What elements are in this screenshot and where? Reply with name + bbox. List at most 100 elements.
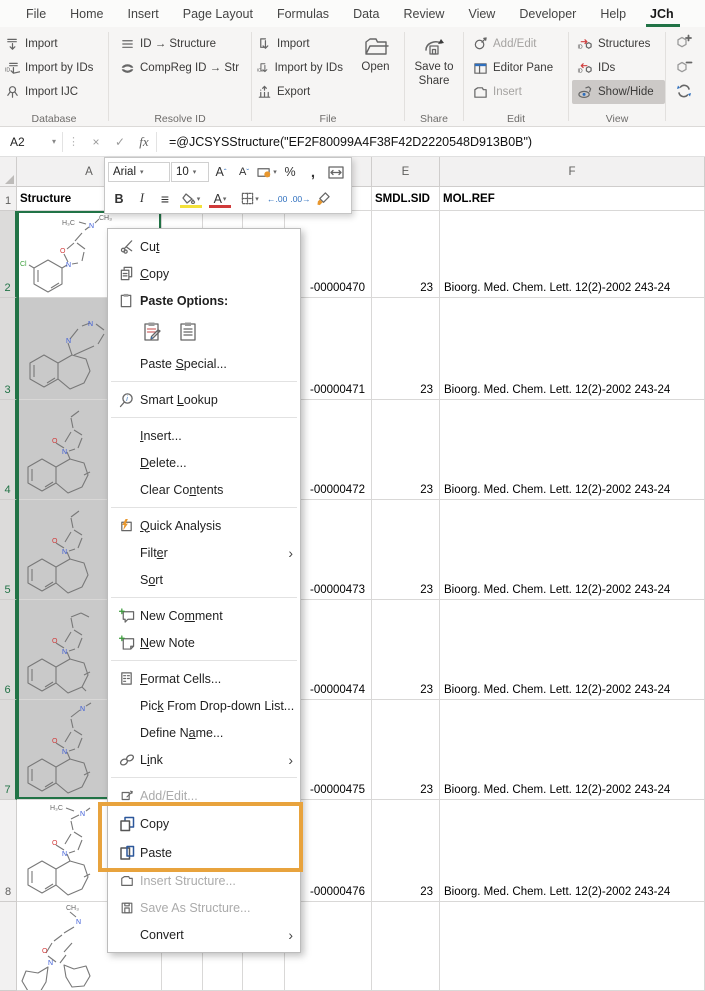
comma-style-button[interactable]: , — [302, 161, 324, 183]
row-header-5[interactable]: 5 — [0, 500, 17, 600]
menu-item-smart-lookup[interactable]: i Smart Lookup — [108, 386, 300, 413]
cell-sid-5[interactable]: 23 — [372, 500, 440, 600]
tab-formulas[interactable]: Formulas — [265, 7, 341, 21]
formula-input[interactable]: =@JCSYSStructure("EF2F80099A4F38F42D2220… — [157, 135, 532, 149]
menu-item-convert[interactable]: Convert › — [108, 921, 300, 948]
menu-item-paste-structure[interactable]: Paste — [108, 838, 300, 867]
percent-style-button[interactable]: % — [279, 161, 301, 183]
tab-jchem-active[interactable]: JCh — [638, 7, 686, 21]
import-file-button[interactable]: Import — [252, 32, 348, 56]
tab-home[interactable]: Home — [58, 7, 115, 21]
cell-sid-3[interactable]: 23 — [372, 298, 440, 400]
tab-file[interactable]: File — [14, 7, 58, 21]
row-header-2[interactable]: 2 — [0, 211, 17, 298]
name-box-dropdown-icon[interactable]: ▾ — [52, 137, 56, 146]
add-edit-button[interactable]: Add/Edit — [468, 32, 568, 56]
format-painter-button[interactable] — [313, 188, 335, 210]
cell-sid-4[interactable]: 23 — [372, 400, 440, 500]
borders-button[interactable]: ▾ — [235, 188, 265, 210]
cell-sid-6[interactable]: 23 — [372, 600, 440, 700]
select-all-corner[interactable] — [0, 157, 17, 187]
menu-item-new-comment[interactable]: New Comment — [108, 602, 300, 629]
menu-item-filter[interactable]: Filter › — [108, 539, 300, 566]
editor-pane-button[interactable]: Editor Pane — [468, 56, 568, 80]
tab-developer[interactable]: Developer — [507, 7, 588, 21]
menu-item-copy[interactable]: Copy — [108, 260, 300, 287]
menu-item-format-cells[interactable]: Format Cells... — [108, 665, 300, 692]
menu-item-sort[interactable]: Sort — [108, 566, 300, 593]
row-header-9[interactable] — [0, 902, 17, 991]
menu-item-define-name[interactable]: Define Name... — [108, 719, 300, 746]
font-color-button[interactable]: A ▾ — [206, 188, 234, 210]
compreg-id-to-str-button[interactable]: CompReg ID → Str — [115, 56, 251, 80]
column-header-f[interactable]: F — [440, 157, 705, 187]
increase-decimal-button[interactable]: ←.00 — [266, 188, 288, 210]
insert-button[interactable]: Insert — [468, 80, 568, 104]
cell-sid-2[interactable]: 23 — [372, 211, 440, 298]
menu-item-copy-structure[interactable]: Copy — [108, 809, 300, 838]
row-header-4[interactable]: 4 — [0, 400, 17, 500]
show-hide-button[interactable]: Show/Hide — [572, 80, 665, 104]
enter-formula-icon[interactable]: ✓ — [108, 135, 132, 149]
refresh-structures-icon[interactable] — [675, 82, 693, 100]
export-button[interactable]: Export — [252, 80, 348, 104]
decrease-decimal-button[interactable]: .00→ — [289, 188, 311, 210]
tab-review[interactable]: Review — [391, 7, 456, 21]
menu-item-insert-structure-disabled[interactable]: Insert Structure... — [108, 867, 300, 894]
row-header-6[interactable]: 6 — [0, 600, 17, 700]
import-by-ids-database-button[interactable]: ID Import by IDs — [0, 56, 108, 80]
add-structure-hexagon-icon[interactable] — [675, 34, 693, 52]
font-name-select[interactable]: Arial ▾ — [108, 162, 170, 182]
fill-color-button[interactable]: ▾ — [177, 188, 205, 210]
row-header-3[interactable]: 3 — [0, 298, 17, 400]
tab-help[interactable]: Help — [588, 7, 638, 21]
cell-ref-4[interactable]: Bioorg. Med. Chem. Lett. 12(2)-2002 243-… — [440, 400, 705, 500]
cell-e1[interactable]: SMDL.SID — [372, 187, 440, 211]
decrease-font-size-button[interactable]: Aˇ — [233, 161, 255, 183]
menu-item-insert[interactable]: Insert... — [108, 422, 300, 449]
align-center-button[interactable]: ≡ — [154, 188, 176, 210]
cell-sid-9[interactable] — [372, 902, 440, 991]
cell-ref-3[interactable]: Bioorg. Med. Chem. Lett. 12(2)-2002 243-… — [440, 298, 705, 400]
menu-item-cut[interactable]: Cut — [108, 233, 300, 260]
cell-ref-6[interactable]: Bioorg. Med. Chem. Lett. 12(2)-2002 243-… — [440, 600, 705, 700]
save-to-share-button[interactable]: Save to Share — [407, 32, 462, 88]
bold-button[interactable]: B — [108, 188, 130, 210]
menu-item-paste-special[interactable]: Paste Special... — [108, 350, 300, 377]
import-by-ids-file-button[interactable]: ID Import by IDs — [252, 56, 348, 80]
cell-ref-8[interactable]: Bioorg. Med. Chem. Lett. 12(2)-2002 243-… — [440, 800, 705, 902]
tab-data[interactable]: Data — [341, 7, 391, 21]
menu-item-save-as-structure-disabled[interactable]: Save As Structure... — [108, 894, 300, 921]
view-ids-button[interactable]: ID IDs — [572, 56, 665, 80]
menu-item-delete[interactable]: Delete... — [108, 449, 300, 476]
menu-item-clear-contents[interactable]: Clear Contents — [108, 476, 300, 503]
cell-sid-7[interactable]: 23 — [372, 700, 440, 800]
paste-values-button[interactable] — [175, 319, 201, 345]
cell-ref-2[interactable]: Bioorg. Med. Chem. Lett. 12(2)-2002 243-… — [440, 211, 705, 298]
name-box[interactable]: A2 ▾ — [0, 127, 62, 156]
cell-ref-9[interactable] — [440, 902, 705, 991]
merge-center-button[interactable] — [325, 161, 347, 183]
tab-view[interactable]: View — [456, 7, 507, 21]
open-button[interactable]: Open — [348, 32, 403, 104]
font-size-select[interactable]: 10 ▾ — [171, 162, 209, 182]
tab-insert[interactable]: Insert — [116, 7, 171, 21]
cell-sid-8[interactable]: 23 — [372, 800, 440, 902]
menu-item-add-edit-disabled[interactable]: Add/Edit... — [108, 782, 300, 809]
increase-font-size-button[interactable]: Aˆ — [210, 161, 232, 183]
cell-ref-5[interactable]: Bioorg. Med. Chem. Lett. 12(2)-2002 243-… — [440, 500, 705, 600]
tab-page-layout[interactable]: Page Layout — [171, 7, 265, 21]
menu-item-pick-from-dropdown-list[interactable]: Pick From Drop-down List... — [108, 692, 300, 719]
insert-function-icon[interactable]: fx — [132, 134, 156, 150]
column-header-e[interactable]: E — [372, 157, 440, 187]
import-database-button[interactable]: Import — [0, 32, 108, 56]
menu-item-new-note[interactable]: New Note — [108, 629, 300, 656]
italic-button[interactable]: I — [131, 188, 153, 210]
remove-structure-hexagon-icon[interactable] — [675, 58, 693, 76]
cancel-formula-icon[interactable]: × — [84, 135, 108, 149]
menu-item-quick-analysis[interactable]: Quick Analysis — [108, 512, 300, 539]
row-header-1[interactable]: 1 — [0, 187, 17, 211]
cell-f1[interactable]: MOL.REF — [440, 187, 705, 211]
row-header-8[interactable]: 8 — [0, 800, 17, 902]
cell-ref-7[interactable]: Bioorg. Med. Chem. Lett. 12(2)-2002 243-… — [440, 700, 705, 800]
